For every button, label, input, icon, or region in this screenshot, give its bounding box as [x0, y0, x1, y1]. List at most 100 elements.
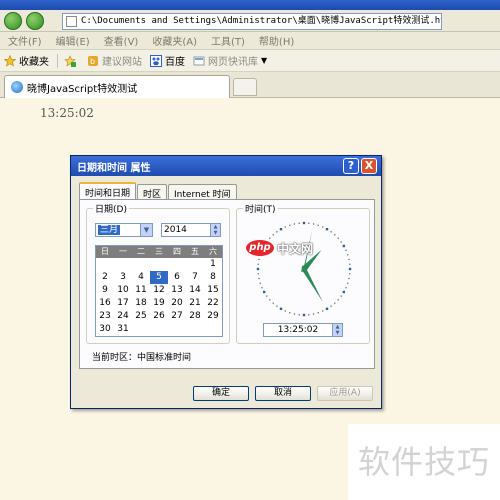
tab-time-zone[interactable]: 时区 — [137, 184, 168, 200]
calendar-day[interactable]: 4 — [132, 271, 150, 284]
clock-hour-mark — [256, 267, 260, 271]
new-tab-button[interactable] — [233, 78, 257, 96]
chevron-down-icon[interactable]: ▼ — [140, 224, 152, 236]
clock-minute-mark — [330, 305, 332, 307]
tab-bar: 晓博JavaScript特效测试 — [0, 72, 500, 98]
add-favorite-icon — [64, 54, 76, 67]
calendar-day[interactable]: 24 — [114, 310, 132, 323]
calendar-day[interactable]: 9 — [96, 284, 114, 297]
dialog-panel: 日期(D) 三月 ▼ 2014 ▲ ▼ 日一二三四五六 1 2 3 4 5 6 7 8 9 10 11… — [79, 199, 375, 369]
calendar-day[interactable]: 19 — [150, 297, 168, 310]
php-cn-text: 中文网 — [277, 241, 314, 256]
calendar-day[interactable]: 5 — [150, 271, 168, 284]
clock-minute-mark — [257, 263, 259, 265]
calendar-day[interactable]: 6 — [168, 271, 186, 284]
clock-minute-mark — [308, 314, 310, 316]
calendar-day[interactable]: 23 — [96, 310, 114, 323]
clock-hour-mark — [342, 244, 346, 248]
address-input[interactable]: C:\Documents and Settings\Administrator\… — [62, 13, 442, 30]
calendar-day[interactable]: 16 — [96, 297, 114, 310]
clock-hour-mark — [262, 290, 266, 294]
apply-button[interactable]: 应用(A) — [317, 386, 373, 401]
menu-tools[interactable]: 工具(T) — [211, 33, 245, 48]
tab-internet-time[interactable]: Internet 时间 — [168, 184, 237, 200]
calendar-day[interactable]: 29 — [204, 310, 222, 323]
calendar-day[interactable]: 27 — [168, 310, 186, 323]
calendar-day[interactable]: 2 — [96, 271, 114, 284]
month-value: 三月 — [98, 225, 121, 235]
tab-active[interactable]: 晓博JavaScript特效测试 — [4, 75, 230, 98]
calendar-empty-cell — [168, 258, 186, 271]
help-button[interactable]: ? — [343, 158, 359, 174]
clock-minute-mark — [289, 312, 291, 314]
tab-date-time[interactable]: 时间和日期 — [79, 182, 137, 200]
clock-minute-mark — [345, 249, 347, 251]
add-favorite-button[interactable] — [64, 54, 79, 67]
suggested-sites-link[interactable]: b 建议网站 — [87, 53, 142, 68]
calendar-day[interactable]: 12 — [150, 284, 168, 297]
clock-minute-mark — [257, 273, 259, 275]
svg-text:b: b — [90, 57, 95, 66]
dialog-title-bar: 日期和时间 属性 — [71, 156, 381, 176]
clock-minute-mark — [293, 313, 296, 315]
menu-help[interactable]: 帮助(H) — [259, 33, 294, 48]
spin-arrows-icon[interactable]: ▲ ▼ — [210, 224, 220, 236]
time-group: 时间(T) 13:25:02 ▲ ▼ — [236, 202, 370, 344]
forward-icon[interactable] — [26, 12, 44, 30]
clock-minute-mark — [276, 231, 278, 233]
baidu-link[interactable]: 百度 — [150, 53, 185, 68]
favorites-button[interactable]: 收藏夹 — [4, 53, 49, 68]
clock-minute-mark — [337, 299, 339, 301]
clock-minute-mark — [312, 313, 315, 315]
web-slice-label: 网页快讯库 — [208, 57, 258, 68]
calendar-day[interactable]: 26 — [150, 310, 168, 323]
spin-arrows-icon[interactable]: ▲ ▼ — [332, 324, 342, 336]
date-group-label: 日期(D) — [93, 202, 129, 215]
clock-minute-mark — [322, 226, 324, 228]
calendar-day[interactable]: 30 — [96, 323, 114, 336]
clock-minute-mark — [258, 277, 260, 280]
ok-button[interactable]: 确定 — [193, 386, 249, 401]
menu-favorites[interactable]: 收藏夹(A) — [152, 33, 197, 48]
calendar-day[interactable]: 3 — [114, 271, 132, 284]
web-slice-gallery-link[interactable]: 网页快讯库 ▼ — [193, 53, 267, 68]
calendar-day[interactable]: 13 — [168, 284, 186, 297]
calendar-day[interactable]: 1 — [204, 258, 222, 271]
clock-hour-mark — [279, 307, 283, 311]
calendar-day[interactable]: 17 — [114, 297, 132, 310]
menu-file[interactable]: 文件(F) — [8, 33, 42, 48]
year-stepper[interactable]: 2014 ▲ ▼ — [161, 223, 221, 237]
calendar-day[interactable]: 15 — [204, 284, 222, 297]
month-select[interactable]: 三月 ▼ — [95, 223, 153, 237]
cancel-button[interactable]: 取消 — [255, 386, 311, 401]
calendar-day[interactable]: 11 — [132, 284, 150, 297]
calendar-day[interactable]: 14 — [186, 284, 204, 297]
favorites-label: 收藏夹 — [19, 57, 49, 68]
baidu-icon — [150, 54, 162, 67]
close-button[interactable]: X — [361, 158, 377, 174]
clock-minute-mark — [258, 258, 260, 261]
php-cn-watermark: php 中文网 — [246, 238, 313, 258]
calendar-day[interactable]: 25 — [132, 310, 150, 323]
calendar-day[interactable]: 28 — [186, 310, 204, 323]
clock-minute-mark — [349, 263, 351, 265]
clock-minute-mark — [293, 223, 296, 225]
time-stepper[interactable]: 13:25:02 ▲ ▼ — [263, 323, 343, 337]
clock-minute-mark — [276, 305, 278, 307]
calendar-day[interactable]: 8 — [204, 271, 222, 284]
calendar-day[interactable]: 21 — [186, 297, 204, 310]
calendar-day[interactable]: 20 — [168, 297, 186, 310]
current-timezone-text: 当前时区：中国标准时间 — [92, 353, 192, 363]
calendar-day[interactable]: 31 — [114, 323, 132, 336]
clock-minute-mark — [272, 234, 274, 236]
menu-view[interactable]: 查看(V) — [104, 33, 139, 48]
clock-minute-mark — [334, 234, 336, 236]
calendar-day[interactable]: 18 — [132, 297, 150, 310]
clock-minute-mark — [322, 310, 324, 312]
calendar-day[interactable]: 7 — [186, 271, 204, 284]
back-icon[interactable] — [4, 12, 22, 30]
calendar-day[interactable]: 10 — [114, 284, 132, 297]
calendar-day[interactable]: 22 — [204, 297, 222, 310]
clock-minute-mark — [312, 223, 315, 225]
menu-edit[interactable]: 编辑(E) — [56, 33, 90, 48]
